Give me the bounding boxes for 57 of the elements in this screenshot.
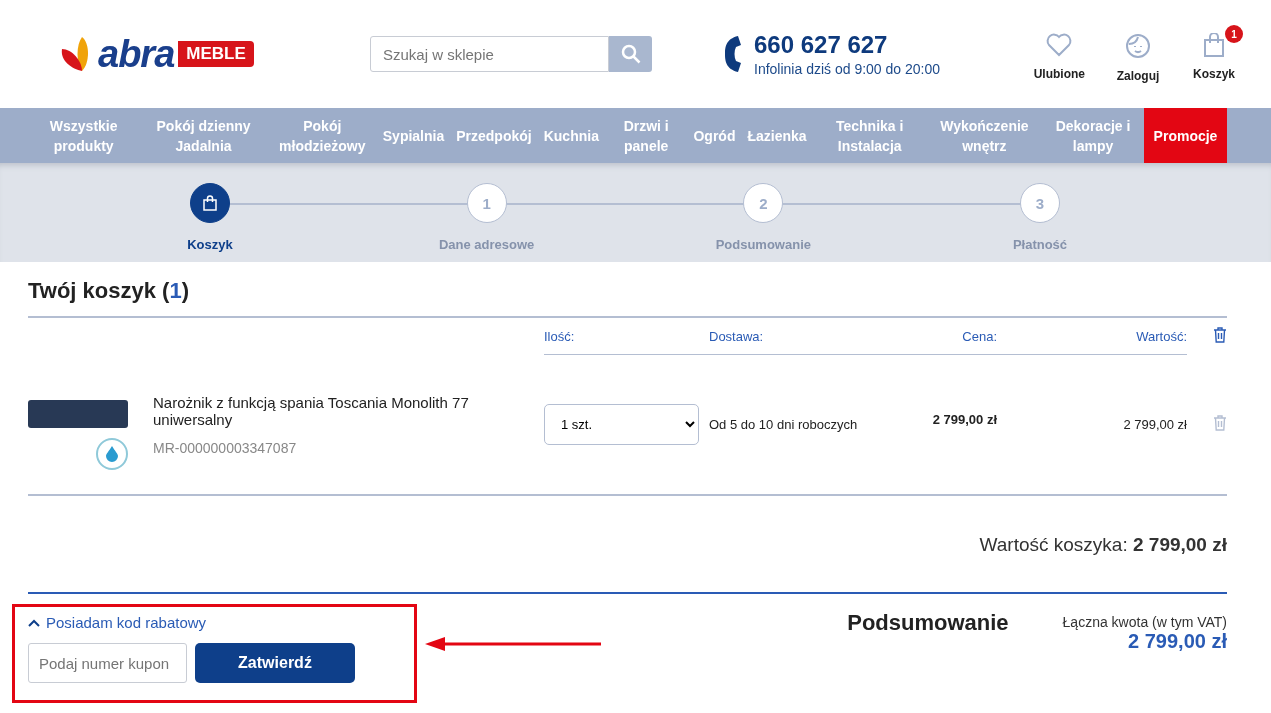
search-button[interactable] [609, 36, 652, 72]
nav-item[interactable]: Łazienka [741, 108, 813, 163]
nav-item[interactable]: Wykończenie wnętrz [926, 108, 1043, 163]
cart-total: Wartość koszyka: 2 799,00 zł [979, 534, 1227, 556]
coupon-toggle[interactable]: Posiadam kod rabatowy [28, 614, 401, 631]
nav-item[interactable]: Wszystkie produkty [28, 108, 140, 163]
coupon-field[interactable]: Podaj numer kupon [28, 643, 187, 683]
phone-number[interactable]: 660 627 627 [754, 31, 941, 59]
nav-item[interactable]: Pokój dzienny Jadalnia [139, 108, 268, 163]
product-name[interactable]: Narożnik z funkcją spania Toscania Monolith 77 uniwersalny [153, 393, 544, 428]
chevron-icon [28, 618, 40, 627]
product-code: MR-000000003347087 [153, 439, 298, 456]
step-circle: 1 [466, 183, 507, 223]
delete-all-icon[interactable] [1213, 327, 1227, 343]
nav-item[interactable]: Drzwi i panele [604, 108, 688, 163]
nav-item[interactable]: Ogród [687, 108, 742, 163]
login-link[interactable]: Zaloguj [1115, 25, 1167, 83]
delivery-time: Od 5 do 10 dni roboczych [709, 417, 859, 432]
cart-link[interactable]: Koszyk 1 [1191, 25, 1243, 83]
total-amount: 2 799,00 zł [1127, 630, 1227, 653]
face-icon [1125, 33, 1151, 59]
search-icon [620, 44, 641, 64]
logo-wordmark[interactable]: abra [98, 35, 175, 73]
column-header: Cena: [961, 328, 997, 344]
bag-icon [203, 195, 217, 211]
summary-title: Podsumowanie [847, 610, 1009, 636]
column-header: Dostawa: [709, 328, 765, 344]
nav-item[interactable]: Pokój młodzieżowy [267, 108, 377, 163]
column-header: Ilość: [544, 328, 576, 344]
step-label: Dane adresowe [438, 237, 535, 252]
confirm-button[interactable]: Zatwierdź [195, 643, 355, 683]
step-label: Płatność [1012, 237, 1068, 252]
total-label: Łączna kwota (w tym VAT) [1062, 614, 1227, 630]
column-header: Wartość: [1135, 328, 1187, 344]
bag-icon [1203, 33, 1225, 57]
nav-item[interactable]: Kuchnia [537, 108, 605, 163]
step-circle: 2 [743, 183, 784, 223]
line-total: 2 799,00 zł [1122, 417, 1187, 432]
nav-item[interactable]: Technika i Instalacja [812, 108, 927, 163]
promo-nav-item[interactable]: Promocje [1144, 108, 1227, 163]
nav-item[interactable]: Przedpokój [450, 108, 538, 163]
step-label: Podsumowanie [715, 237, 811, 252]
favorites-link[interactable]: Ulubione [1033, 25, 1091, 83]
phone-icon [724, 35, 742, 73]
count-badge: 1 [1225, 25, 1243, 43]
quantity-select[interactable]: 1 szt. [544, 404, 699, 445]
step-label: Koszyk [187, 237, 233, 252]
hotline-hours: Infolinia dziś od 9:00 do 20:00 [754, 61, 941, 77]
nav-item[interactable]: Sypialnia [376, 108, 451, 163]
delete-icon[interactable] [1213, 415, 1227, 431]
step-circle: 3 [1019, 183, 1060, 223]
unit-price: 2 799,00 zł [931, 412, 997, 427]
heart-icon [1046, 33, 1073, 57]
logo-badge[interactable]: MEBLE [178, 41, 254, 67]
search-field[interactable]: Szukaj w sklepie [370, 36, 609, 72]
cart-title: Twój koszyk (1) [28, 278, 190, 304]
nav-item[interactable]: Dekoracje i lampy [1042, 108, 1144, 163]
